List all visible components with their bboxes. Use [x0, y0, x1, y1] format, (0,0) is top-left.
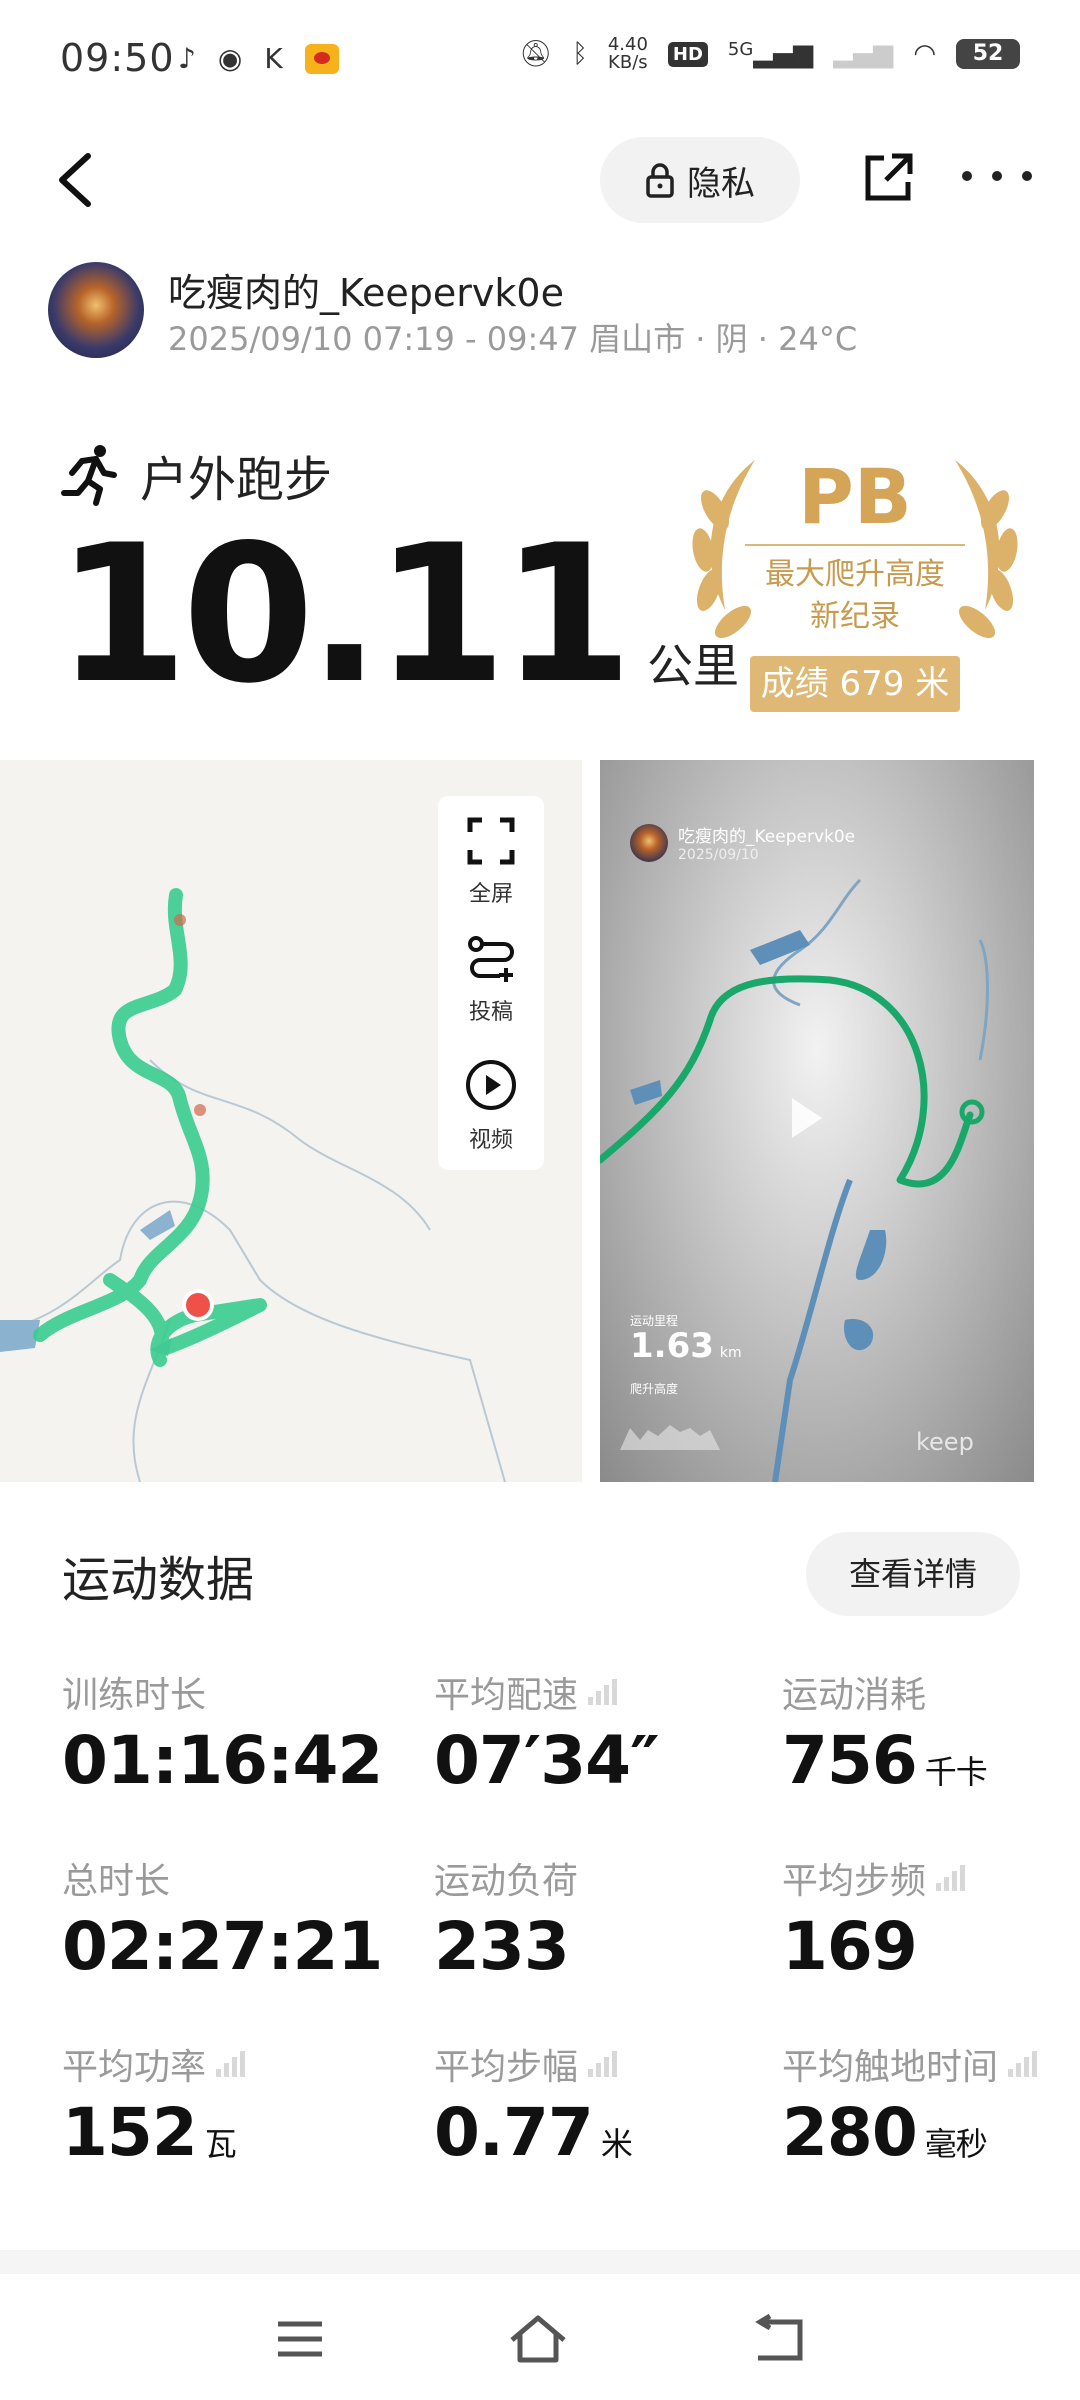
running-icon: [61, 445, 117, 506]
stat-avg-pace[interactable]: 平均配速 07′34″: [434, 1666, 660, 1799]
stat-avg-stride[interactable]: 平均步幅 0.77 米: [434, 2038, 633, 2171]
activity-type-label: 户外跑步: [140, 452, 333, 508]
video-username: 吃瘦肉的_Keepervk0e: [678, 827, 856, 847]
bluetooth-icon: ᛒ: [572, 39, 588, 69]
pb-subtitle: 最大爬升高度 新纪录: [765, 557, 945, 634]
status-time: 09:50: [60, 36, 175, 80]
stat-avg-cadence[interactable]: 平均步频 169: [782, 1852, 966, 1985]
status-notification-icons: ♪ ◉ K: [178, 42, 339, 76]
distance-value: 10.11: [56, 504, 633, 725]
network-speed: 4.40 KB/s: [607, 34, 648, 73]
pb-divider: [745, 544, 965, 546]
keep-logo: keep: [916, 1428, 974, 1456]
trend-chart-icon: [1008, 2051, 1038, 2077]
trend-chart-icon: [936, 1865, 966, 1891]
system-nav-bar: [0, 2274, 1080, 2400]
distance-display: 10.11 公里: [56, 520, 739, 710]
fullscreen-icon: [467, 817, 515, 865]
video-button[interactable]: 视频: [438, 1058, 544, 1154]
wifi-icon: ◠: [913, 39, 936, 69]
more-icon[interactable]: [962, 146, 1032, 206]
wechat-icon: ◉: [217, 42, 243, 75]
map-toolbar: 全屏 投稿 视频: [438, 796, 544, 1170]
share-icon[interactable]: [860, 150, 916, 206]
activity-type: 户外跑步: [60, 440, 332, 510]
privacy-label: 隐私: [687, 163, 755, 204]
view-details-button[interactable]: 查看详情: [806, 1532, 1020, 1616]
weibo-icon: [304, 44, 339, 74]
status-system-icons: 🔕︎ ᛒ 4.40 KB/s HD 5G▂▄▆ ▂▄▆ ◠ 52: [519, 36, 1020, 72]
pb-badge[interactable]: PB 最大爬升高度 新纪录 成绩 679 米: [675, 440, 1035, 720]
fullscreen-button[interactable]: 全屏: [438, 816, 544, 908]
music-icon: ♪: [178, 42, 196, 75]
user-info: 吃瘦肉的_Keepervk0e 2025/09/10 07:19 - 09:47…: [48, 262, 1028, 362]
video-elevation-label: 爬升高度: [630, 1382, 679, 1396]
trend-chart-icon: [588, 1679, 618, 1705]
video-date: 2025/09/10: [678, 847, 759, 863]
keep-app-icon: K: [264, 42, 283, 75]
signal-2-icon: ▂▄▆: [833, 39, 894, 69]
stat-ground-contact[interactable]: 平均触地时间 280 毫秒: [782, 2038, 1038, 2171]
lock-icon: [646, 163, 674, 198]
top-bar: 隐私: [0, 120, 1080, 240]
video-distance: 1.63 km: [630, 1326, 742, 1366]
video-preview[interactable]: [600, 760, 1034, 1482]
home-icon[interactable]: [508, 2314, 568, 2364]
video-user: 吃瘦肉的_Keepervk0e 2025/09/10: [630, 822, 855, 863]
hd-icon: HD: [667, 41, 708, 67]
battery-icon: 52: [956, 39, 1020, 69]
menu-icon[interactable]: [270, 2314, 330, 2364]
avatar[interactable]: [48, 262, 144, 358]
stat-total-time: 总时长 02:27:21: [62, 1861, 383, 1985]
status-bar: 09:50 ♪ ◉ K 🔕︎ ᛒ 4.40 KB/s HD 5G▂▄▆ ▂▄▆ …: [0, 0, 1080, 120]
privacy-button[interactable]: 隐私: [600, 137, 800, 223]
stat-calories: 运动消耗 756 千卡: [782, 1675, 988, 1799]
trend-chart-icon: [216, 2051, 246, 2077]
username[interactable]: 吃瘦肉的_Keepervk0e: [168, 262, 564, 317]
pb-title: PB: [798, 452, 912, 541]
stat-training-time: 训练时长 01:16:42: [62, 1675, 383, 1799]
stat-avg-power[interactable]: 平均功率 152 瓦: [62, 2038, 246, 2171]
stat-training-load: 运动负荷 233: [434, 1861, 579, 1985]
back-icon[interactable]: [750, 2313, 810, 2364]
trend-chart-icon: [588, 2051, 618, 2077]
submit-button[interactable]: 投稿: [438, 934, 544, 1026]
activity-meta: 2025/09/10 07:19 - 09:47 眉山市 · 阴 · 24°C: [168, 320, 858, 358]
pb-score: 成绩 679 米: [750, 656, 960, 712]
back-arrow-icon[interactable]: [50, 148, 110, 212]
video-avatar: [630, 823, 668, 862]
mute-icon: 🔕︎: [519, 39, 553, 69]
section-divider: [0, 2250, 1080, 2274]
play-circle-icon: [466, 1060, 516, 1110]
route-submit-icon: [468, 936, 514, 982]
signal-5g-icon: 5G▂▄▆: [727, 39, 814, 69]
stats-title: 运动数据: [62, 1552, 255, 1608]
